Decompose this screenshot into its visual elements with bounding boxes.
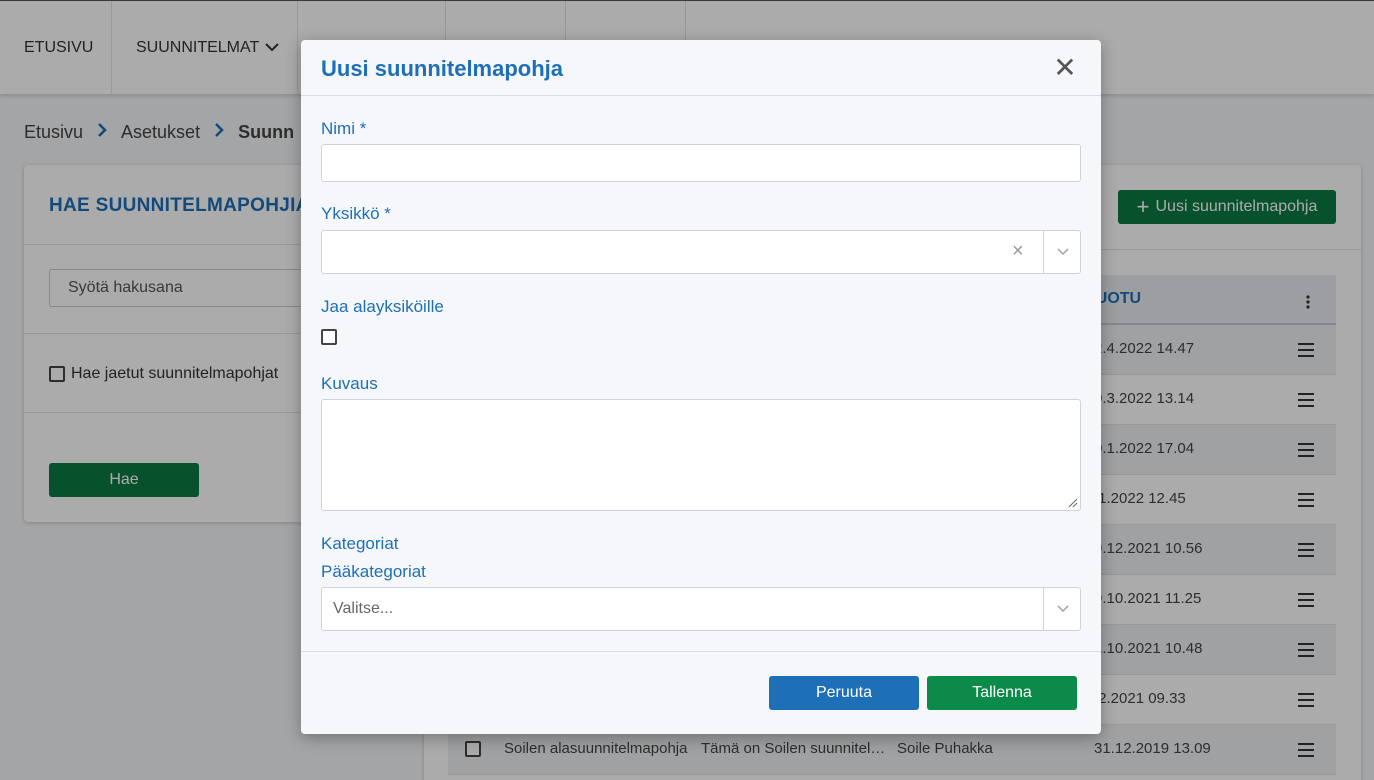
description-label: Kuvaus xyxy=(321,374,378,393)
name-field[interactable] xyxy=(321,144,1081,182)
unit-select[interactable]: × xyxy=(321,230,1081,274)
resize-handle-icon[interactable] xyxy=(1066,496,1078,508)
close-icon[interactable]: ✕ xyxy=(1053,54,1077,82)
dialog-title: Uusi suunnitelmapohja xyxy=(321,56,564,81)
categories-label: Kategoriat xyxy=(321,534,399,553)
save-button[interactable]: Tallenna xyxy=(927,676,1077,710)
divider xyxy=(301,95,1101,96)
clear-icon[interactable]: × xyxy=(1012,240,1024,263)
divider xyxy=(301,651,1101,652)
main-categories-label: Pääkategoriat xyxy=(321,562,426,581)
share-subunits-checkbox[interactable] xyxy=(321,329,337,345)
new-template-dialog: Uusi suunnitelmapohja ✕ Nimi * Yksikkö *… xyxy=(301,40,1101,734)
chevron-down-icon[interactable] xyxy=(1044,231,1081,273)
cancel-button[interactable]: Peruuta xyxy=(769,676,919,710)
chevron-down-icon[interactable] xyxy=(1044,588,1081,630)
name-label: Nimi * xyxy=(321,119,367,138)
main-categories-placeholder: Valitse... xyxy=(333,600,394,617)
main-categories-select[interactable]: Valitse... xyxy=(321,587,1081,631)
description-textarea[interactable] xyxy=(321,399,1081,511)
share-label: Jaa alayksiköille xyxy=(321,297,444,316)
unit-label: Yksikkö * xyxy=(321,204,391,223)
